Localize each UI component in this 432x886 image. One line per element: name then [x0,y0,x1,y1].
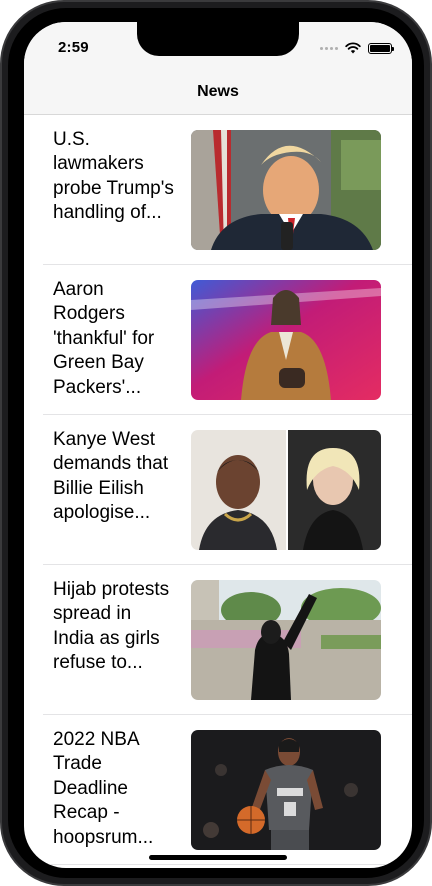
basketball-player-photo [191,730,381,850]
battery-icon [368,42,394,54]
news-headline: Hijab protests spread in India as girls … [53,579,170,674]
news-list[interactable]: U.S. lawmakers probe Trump's handling of… [24,115,412,868]
two-celebrity-portraits-photo [191,430,381,550]
news-row[interactable]: Hijab protests spread in India as girls … [24,565,412,715]
news-row[interactable]: Aaron Rodgers 'thankful' for Green Bay P… [24,265,412,415]
wifi-icon [345,42,361,54]
news-row[interactable]: U.S. lawmakers probe Trump's handling of… [24,115,412,265]
man-at-awards-stage-photo [191,280,381,400]
news-headline: Kanye West demands that Billie Eilish ap… [53,429,169,524]
screen: 2:59 News U.S. lawmakers probe Trump's h… [24,22,412,868]
news-row[interactable]: 2022 NBA Trade Deadline Recap - hoopsrum… [24,715,412,865]
politician-at-podium-photo [191,130,381,250]
news-headline: Aaron Rodgers 'thankful' for Green Bay P… [53,279,155,398]
phone-frame: 2:59 News U.S. lawmakers probe Trump's h… [0,0,432,886]
navigation-bar: News [24,70,412,115]
cellular-signal-icon [320,46,338,50]
home-indicator[interactable] [149,855,287,860]
status-time: 2:59 [58,39,89,56]
notch [137,22,299,56]
news-row[interactable]: Kanye West demands that Billie Eilish ap… [24,415,412,565]
news-headline: 2022 NBA Trade Deadline Recap - hoopsrum… [53,729,154,848]
page-title: News [197,83,239,100]
news-headline: U.S. lawmakers probe Trump's handling of… [53,129,174,224]
status-icons [320,42,394,54]
protest-crowd-photo [191,580,381,700]
